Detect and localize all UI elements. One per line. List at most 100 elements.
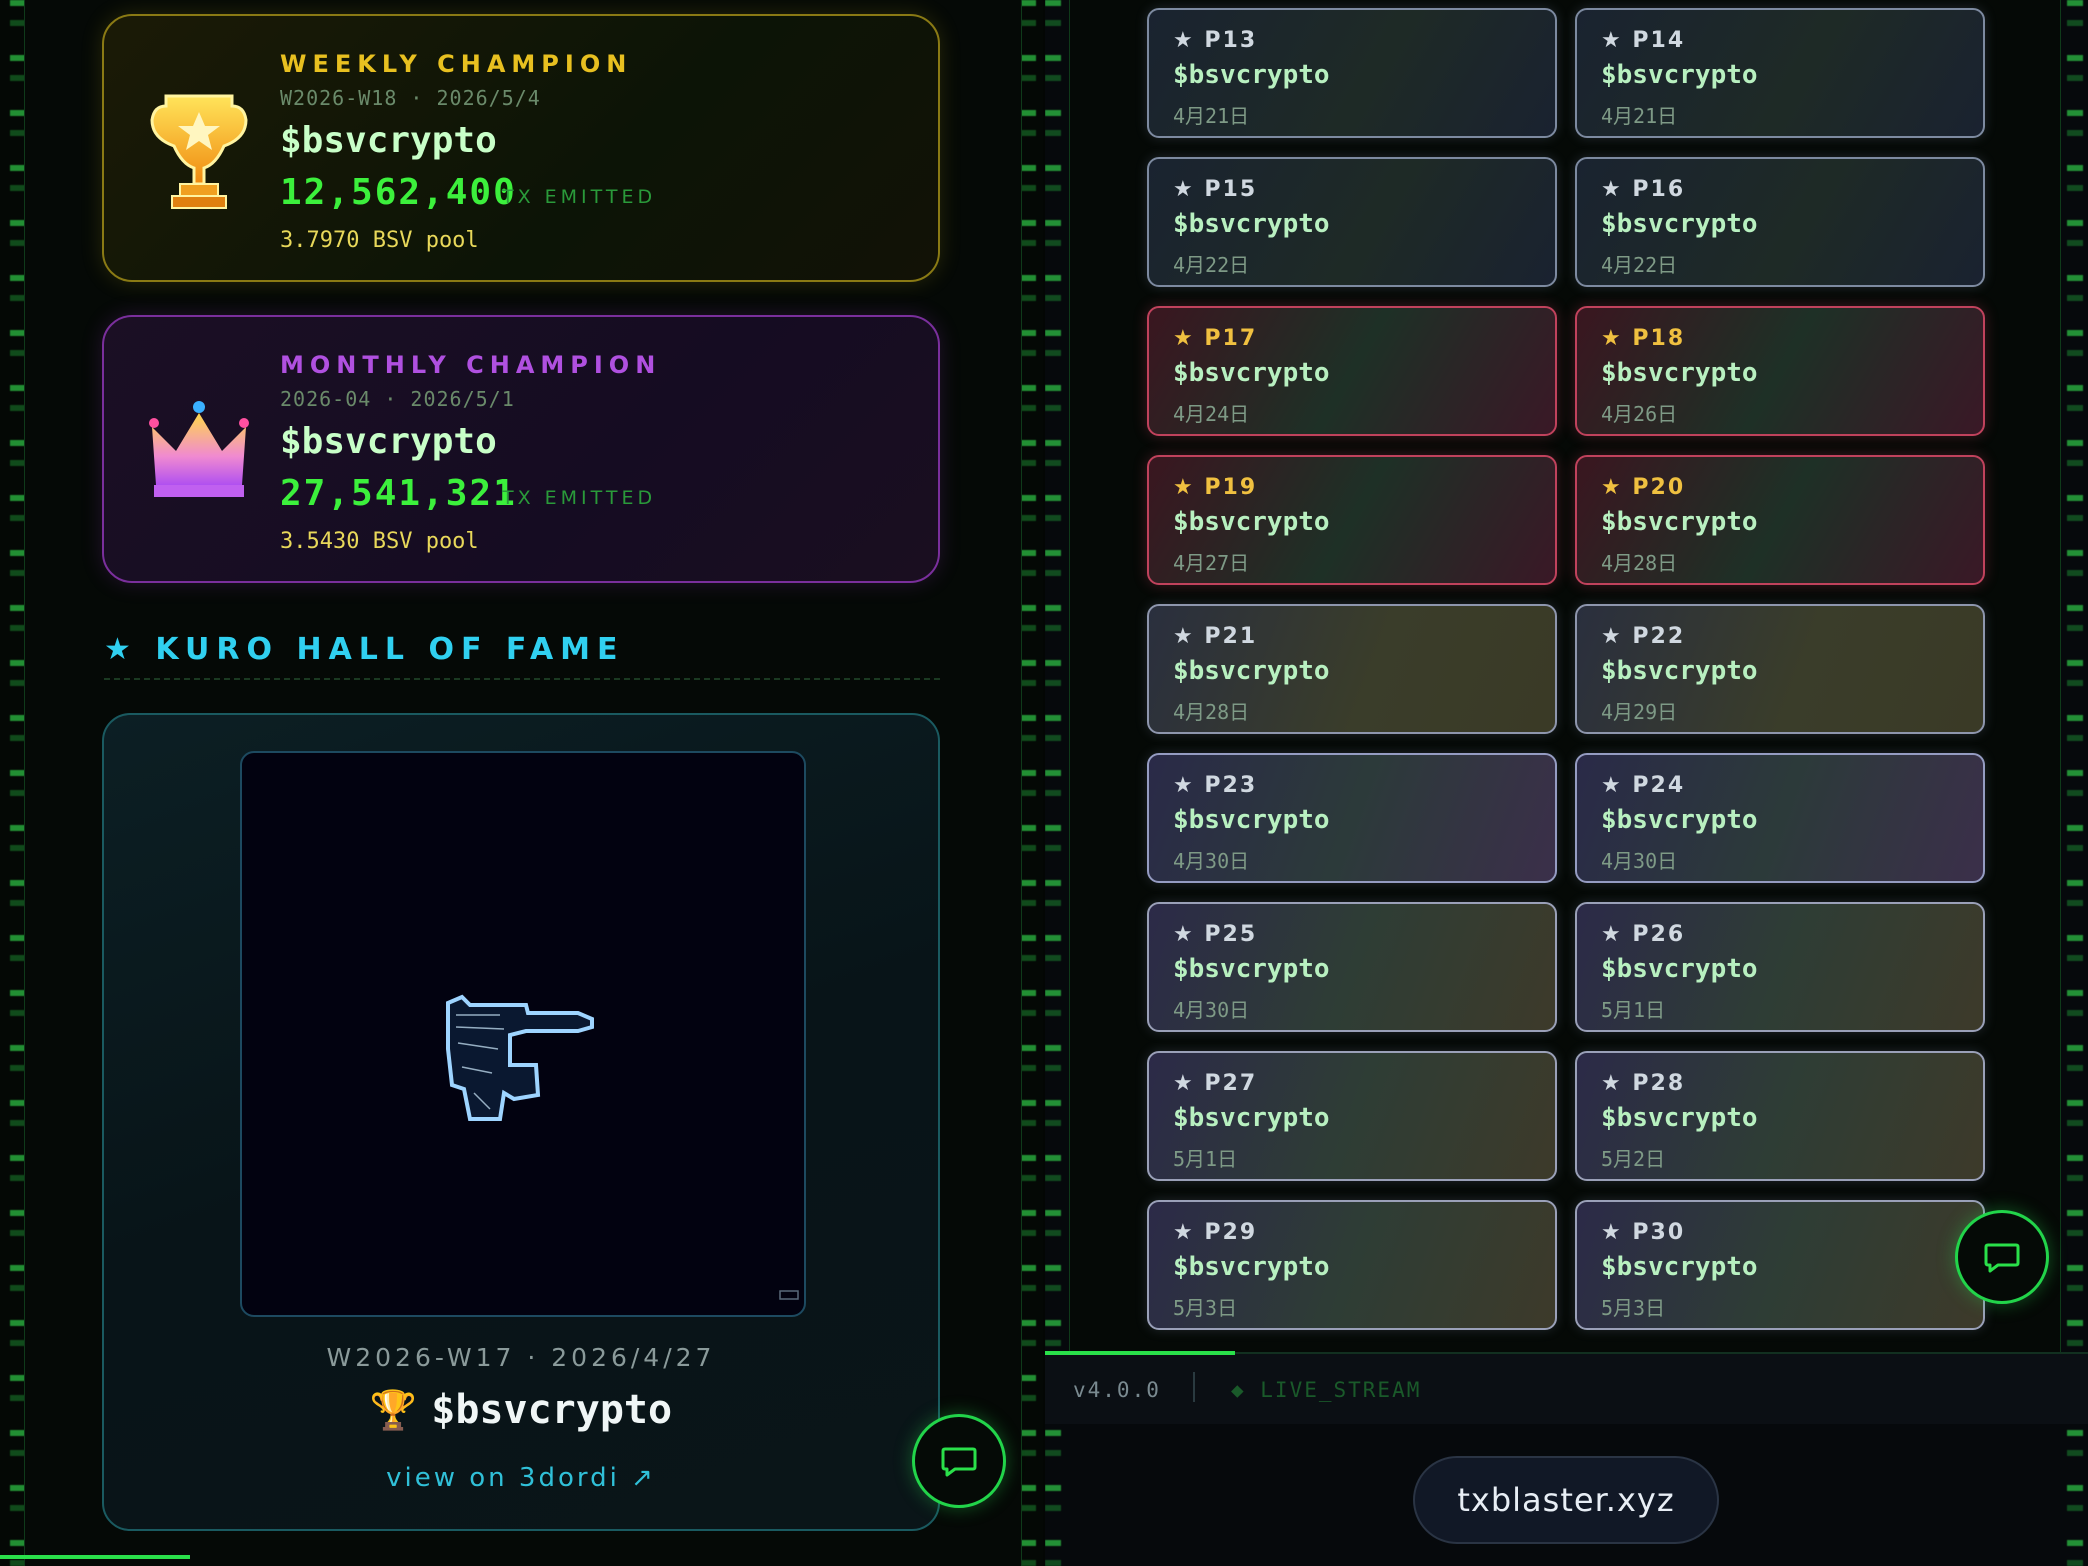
hall-of-fame-title: 🏆 $bsvcrypto — [104, 1387, 938, 1433]
grid-card[interactable]: ★ P29 $bsvcrypto 5月3日 — [1147, 1200, 1557, 1330]
grid-card-date: 4月28日 — [1173, 700, 1250, 724]
trophy-emoji-icon: 🏆 — [369, 1388, 418, 1432]
grid-card[interactable]: ★ P20 $bsvcrypto 4月28日 — [1575, 455, 1985, 585]
version-label: v4.0.0 — [1073, 1378, 1161, 1402]
grid-card[interactable]: ★ P25 $bsvcrypto 4月30日 — [1147, 902, 1557, 1032]
grid-card-label: ★ P20 — [1601, 475, 1686, 500]
grid-card-date: 4月30日 — [1173, 998, 1250, 1022]
weekly-tx-label: TX EMITTED — [502, 186, 657, 208]
hall-of-fame-heading: ★ KURO HALL OF FAME — [104, 632, 940, 680]
grid-card-ticker: $bsvcrypto — [1173, 805, 1330, 835]
grid-card-date: 4月30日 — [1173, 849, 1250, 873]
grid-card-ticker: $bsvcrypto — [1173, 954, 1330, 984]
grid-card-ticker: $bsvcrypto — [1601, 507, 1758, 537]
grid-card[interactable]: ★ P21 $bsvcrypto 4月28日 — [1147, 604, 1557, 734]
grid-card-label: ★ P15 — [1173, 177, 1258, 202]
weekly-pool: 3.7970 BSV pool — [280, 228, 479, 253]
weekly-champion-card[interactable]: WEEKLY CHAMPION W2026-W18 · 2026/5/4 $bs… — [102, 14, 940, 282]
monthly-ticker[interactable]: $bsvcrypto — [280, 421, 497, 462]
status-bar: v4.0.0 ◆ LIVE_STREAM — [1045, 1351, 2088, 1424]
site-url-pill[interactable]: txblaster.xyz — [1413, 1456, 1719, 1544]
grid-card[interactable]: ★ P16 $bsvcrypto 4月22日 — [1575, 157, 1985, 287]
weekly-period: W2026-W18 · 2026/5/4 — [280, 86, 541, 110]
grid-card-ticker: $bsvcrypto — [1601, 209, 1758, 239]
grid-card-date: 4月22日 — [1173, 253, 1250, 277]
grid-card-label: ★ P13 — [1173, 28, 1258, 53]
grid-card[interactable]: ★ P14 $bsvcrypto 4月21日 — [1575, 8, 1985, 138]
grid-card-ticker: $bsvcrypto — [1173, 358, 1330, 388]
grid-card-label: ★ P17 — [1173, 326, 1258, 351]
grid-card[interactable]: ★ P18 $bsvcrypto 4月26日 — [1575, 306, 1985, 436]
status-divider — [1193, 1372, 1195, 1402]
grid-card-date: 5月1日 — [1601, 998, 1666, 1022]
grid-card[interactable]: ★ P13 $bsvcrypto 4月21日 — [1147, 8, 1557, 138]
grid-card-label: ★ P19 — [1173, 475, 1258, 500]
grid-card[interactable]: ★ P28 $bsvcrypto 5月2日 — [1575, 1051, 1985, 1181]
chat-button-left[interactable] — [912, 1414, 1006, 1508]
grid-card-date: 4月21日 — [1601, 104, 1678, 128]
grid-card-ticker: $bsvcrypto — [1173, 1103, 1330, 1133]
grid-card-date: 5月3日 — [1601, 1296, 1666, 1320]
monthly-pool: 3.5430 BSV pool — [280, 529, 479, 554]
grid-card-label: ★ P25 — [1173, 922, 1258, 947]
grid-card-label: ★ P29 — [1173, 1220, 1258, 1245]
scroll-progress-left — [0, 1555, 190, 1559]
grid-card[interactable]: ★ P22 $bsvcrypto 4月29日 — [1575, 604, 1985, 734]
grid-card[interactable]: ★ P24 $bsvcrypto 4月30日 — [1575, 753, 1985, 883]
crown-icon — [149, 401, 249, 497]
grid-card-label: ★ P18 — [1601, 326, 1686, 351]
weekly-ticker[interactable]: $bsvcrypto — [280, 120, 497, 161]
grid-card-date: 4月28日 — [1601, 551, 1678, 575]
pistol-icon — [446, 994, 799, 1300]
grid-card-date: 5月3日 — [1173, 1296, 1238, 1320]
grid-card[interactable]: ★ P15 $bsvcrypto 4月22日 — [1147, 157, 1557, 287]
live-stream-indicator: ◆ LIVE_STREAM — [1231, 1378, 1422, 1402]
hall-of-fame-ticker[interactable]: $bsvcrypto — [431, 1387, 672, 1433]
matrix-rain-right-left — [1045, 0, 1061, 1566]
grid-card-ticker: $bsvcrypto — [1601, 358, 1758, 388]
matrix-rain-right-right — [2067, 0, 2083, 1566]
chat-button-right[interactable] — [1955, 1210, 2049, 1304]
grid-card-ticker: $bsvcrypto — [1173, 507, 1330, 537]
grid-card-date: 4月21日 — [1173, 104, 1250, 128]
hall-of-fame-image[interactable] — [240, 751, 806, 1317]
monthly-period: 2026-04 · 2026/5/1 — [280, 387, 515, 411]
monthly-title: MONTHLY CHAMPION — [280, 351, 662, 379]
grid-card-ticker: $bsvcrypto — [1601, 60, 1758, 90]
grid-card-label: ★ P27 — [1173, 1071, 1258, 1096]
hall-of-fame-card[interactable]: W2026-W17 · 2026/4/27 🏆 $bsvcrypto view o… — [102, 713, 940, 1531]
grid-card-label: ★ P23 — [1173, 773, 1258, 798]
grid-card[interactable]: ★ P23 $bsvcrypto 4月30日 — [1147, 753, 1557, 883]
grid-card-label: ★ P21 — [1173, 624, 1258, 649]
grid-card[interactable]: ★ P19 $bsvcrypto 4月27日 — [1147, 455, 1557, 585]
grid-card-ticker: $bsvcrypto — [1173, 1252, 1330, 1282]
grid-card[interactable]: ★ P27 $bsvcrypto 5月1日 — [1147, 1051, 1557, 1181]
monthly-tx-count: 27,541,321 — [280, 473, 517, 514]
grid-card-date: 4月24日 — [1173, 402, 1250, 426]
grid-card[interactable]: ★ P26 $bsvcrypto 5月1日 — [1575, 902, 1985, 1032]
grid-card[interactable]: ★ P17 $bsvcrypto 4月24日 — [1147, 306, 1557, 436]
grid-card-date: 5月2日 — [1601, 1147, 1666, 1171]
chat-bubble-icon — [941, 1447, 977, 1477]
grid-card-date: 4月27日 — [1173, 551, 1250, 575]
grid-card-label: ★ P16 — [1601, 177, 1686, 202]
grid-card-ticker: $bsvcrypto — [1601, 954, 1758, 984]
grid-card-label: ★ P24 — [1601, 773, 1686, 798]
grid-card-label: ★ P14 — [1601, 28, 1686, 53]
scroll-progress-right — [1045, 1351, 1235, 1355]
grid-card-date: 4月29日 — [1601, 700, 1678, 724]
monthly-champion-card[interactable]: MONTHLY CHAMPION 2026-04 · 2026/5/1 $bsv… — [102, 315, 940, 583]
left-panel: WEEKLY CHAMPION W2026-W18 · 2026/5/4 $bs… — [0, 0, 1043, 1566]
grid-card-ticker: $bsvcrypto — [1601, 805, 1758, 835]
grid-card-ticker: $bsvcrypto — [1173, 656, 1330, 686]
grid-card-label: ★ P22 — [1601, 624, 1686, 649]
grid-card-label: ★ P30 — [1601, 1220, 1686, 1245]
grid-card-date: 4月22日 — [1601, 253, 1678, 277]
grid-card-date: 5月1日 — [1173, 1147, 1238, 1171]
weekly-tx-count: 12,562,400 — [280, 172, 517, 213]
grid-card-ticker: $bsvcrypto — [1601, 656, 1758, 686]
view-on-3dordi-link[interactable]: view on 3dordi ↗ — [104, 1463, 938, 1493]
grid-card[interactable]: ★ P30 $bsvcrypto 5月3日 — [1575, 1200, 1985, 1330]
grid-card-ticker: $bsvcrypto — [1173, 60, 1330, 90]
grid-card-label: ★ P28 — [1601, 1071, 1686, 1096]
